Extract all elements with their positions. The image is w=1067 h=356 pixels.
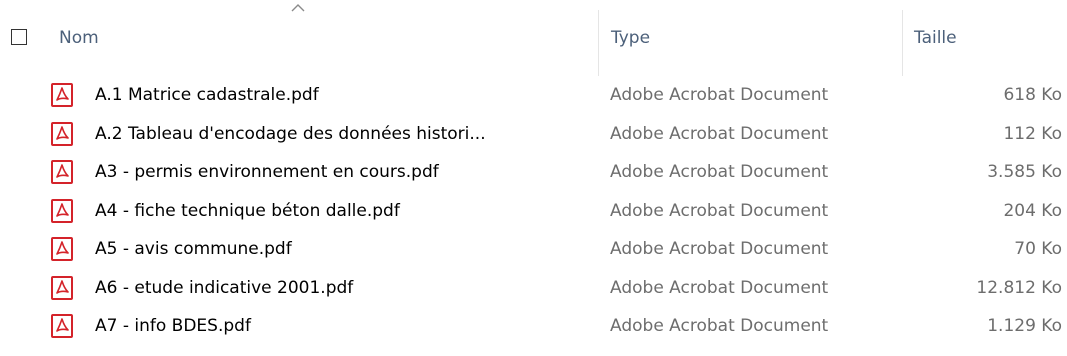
- file-size: 618 Ko: [1003, 85, 1062, 105]
- pdf-icon: [51, 160, 73, 184]
- pdf-icon: [51, 237, 73, 261]
- select-all-checkbox[interactable]: [11, 29, 27, 45]
- file-size: 112 Ko: [1003, 123, 1062, 144]
- file-size: 1.129 Ko: [987, 316, 1062, 336]
- file-row[interactable]: A3 - permis environnement en cours.pdf A…: [0, 153, 1067, 192]
- file-type: Adobe Acrobat Document: [610, 85, 829, 105]
- pdf-icon: [51, 121, 73, 146]
- file-row[interactable]: A5 - avis commune.pdf Adobe Acrobat Docu…: [0, 230, 1067, 269]
- file-size: 12.812 Ko: [976, 277, 1062, 298]
- chevron-up-icon[interactable]: [290, 2, 306, 14]
- column-divider[interactable]: [902, 10, 903, 76]
- file-row[interactable]: A6 - etude indicative 2001.pdf Adobe Acr…: [0, 269, 1067, 308]
- file-type: Adobe Acrobat Document: [610, 239, 829, 259]
- column-header-bar: Nom Type Taille: [0, 0, 1067, 76]
- file-name[interactable]: A5 - avis commune.pdf: [95, 230, 585, 268]
- file-name[interactable]: A3 - permis environnement en cours.pdf: [95, 153, 585, 191]
- column-divider[interactable]: [598, 10, 599, 76]
- column-header-size[interactable]: Taille: [914, 22, 1064, 54]
- pdf-icon: [51, 198, 73, 223]
- file-name[interactable]: A.2 Tableau d'encodage des données histo…: [95, 115, 585, 153]
- pdf-icon: [51, 83, 73, 107]
- file-row[interactable]: A7 - info BDES.pdf Adobe Acrobat Documen…: [0, 307, 1067, 346]
- file-name[interactable]: A7 - info BDES.pdf: [95, 307, 585, 345]
- file-row[interactable]: A4 - fiche technique béton dalle.pdf Ado…: [0, 192, 1067, 231]
- file-name[interactable]: A4 - fiche technique béton dalle.pdf: [95, 192, 585, 230]
- file-row[interactable]: A.2 Tableau d'encodage des données histo…: [0, 115, 1067, 154]
- file-type: Adobe Acrobat Document: [610, 123, 829, 144]
- file-size: 70 Ko: [1014, 239, 1062, 259]
- file-type: Adobe Acrobat Document: [610, 316, 829, 336]
- file-size: 204 Ko: [1003, 200, 1062, 221]
- file-type: Adobe Acrobat Document: [610, 200, 829, 221]
- file-list: A.1 Matrice cadastrale.pdf Adobe Acrobat…: [0, 76, 1067, 346]
- file-size: 3.585 Ko: [987, 162, 1062, 182]
- file-type: Adobe Acrobat Document: [610, 162, 829, 182]
- file-type: Adobe Acrobat Document: [610, 277, 829, 298]
- file-row[interactable]: A.1 Matrice cadastrale.pdf Adobe Acrobat…: [0, 76, 1067, 115]
- file-name[interactable]: A.1 Matrice cadastrale.pdf: [95, 76, 585, 114]
- column-header-name[interactable]: Nom: [59, 22, 589, 54]
- file-name[interactable]: A6 - etude indicative 2001.pdf: [95, 269, 585, 307]
- pdf-icon: [51, 275, 73, 300]
- pdf-icon: [51, 314, 73, 338]
- column-header-type[interactable]: Type: [611, 22, 891, 54]
